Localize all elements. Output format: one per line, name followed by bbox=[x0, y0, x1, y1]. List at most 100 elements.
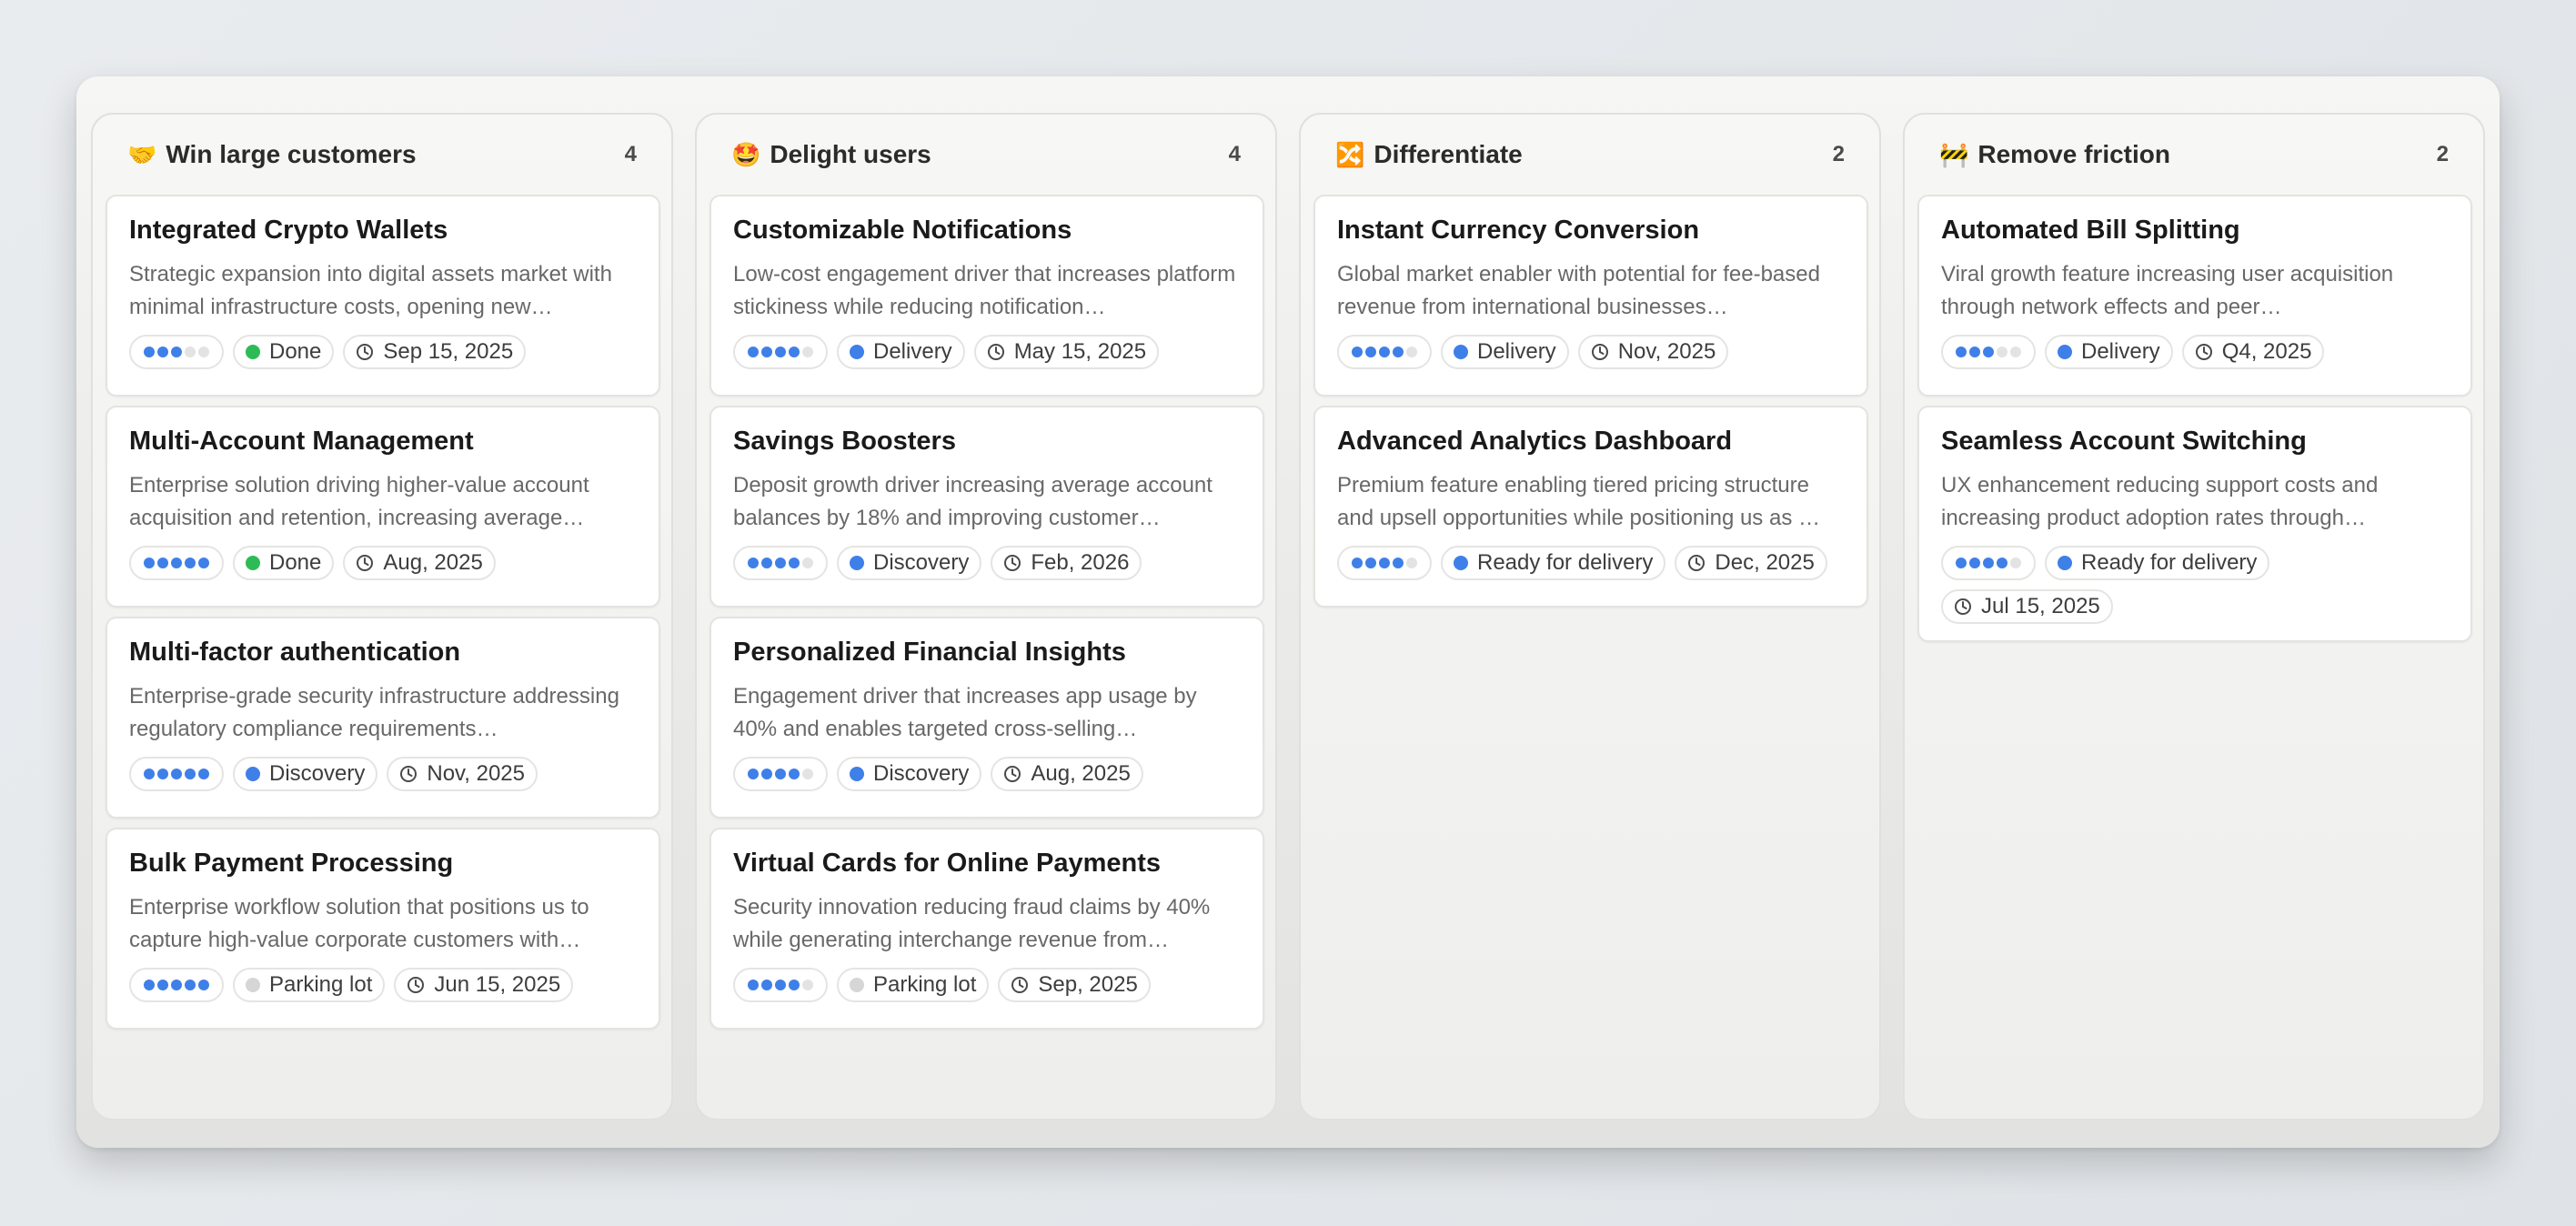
feature-card[interactable]: Bulk Payment Processing Enterprise workf… bbox=[106, 828, 660, 1030]
card-description: Enterprise solution driving higher-value… bbox=[129, 473, 589, 530]
clock-icon bbox=[1004, 766, 1021, 782]
priority-chip[interactable] bbox=[1941, 335, 2036, 369]
feature-card[interactable]: Virtual Cards for Online Payments Securi… bbox=[709, 828, 1264, 1030]
status-dot-icon bbox=[246, 767, 260, 781]
status-dot-icon bbox=[850, 345, 864, 359]
card-chips: Parking lot Sep, 2025 bbox=[733, 968, 1241, 1002]
column-3[interactable]: 🚧 Remove friction 2 Automated Bill Split… bbox=[1903, 113, 2485, 1120]
date-chip[interactable]: Aug, 2025 bbox=[343, 546, 496, 580]
card-title: Virtual Cards for Online Payments bbox=[733, 849, 1162, 878]
column-2[interactable]: 🔀 Differentiate 2 Instant Currency Conve… bbox=[1299, 113, 1881, 1120]
priority-chip[interactable] bbox=[1337, 335, 1432, 369]
clock-icon bbox=[408, 977, 425, 993]
priority-dot bbox=[802, 347, 813, 357]
priority-chip[interactable] bbox=[1941, 546, 2036, 580]
date-chip[interactable]: Sep, 2025 bbox=[998, 968, 1151, 1002]
status-chip[interactable]: Discovery bbox=[837, 757, 982, 791]
status-chip[interactable]: Delivery bbox=[837, 335, 965, 369]
feature-card[interactable]: Multi-Account Management Enterprise solu… bbox=[106, 406, 660, 608]
card-description: Security innovation reducing fraud claim… bbox=[733, 895, 1211, 952]
date-chip[interactable]: Sep 15, 2025 bbox=[343, 335, 527, 369]
feature-card[interactable]: Personalized Financial Insights Engageme… bbox=[709, 617, 1264, 819]
priority-dot bbox=[1393, 558, 1404, 568]
date-label: Aug, 2025 bbox=[1031, 761, 1131, 786]
clock-icon bbox=[987, 344, 1004, 360]
status-chip[interactable]: Ready for delivery bbox=[1441, 546, 1666, 580]
date-label: Jun 15, 2025 bbox=[434, 972, 561, 997]
priority-dot bbox=[1352, 347, 1363, 357]
card-chips: Delivery Nov, 2025 bbox=[1337, 335, 1845, 369]
date-chip[interactable]: Q4, 2025 bbox=[2181, 335, 2325, 369]
status-chip[interactable]: Parking lot bbox=[837, 968, 990, 1002]
card-title: Advanced Analytics Dashboard bbox=[1337, 427, 1733, 456]
card-description: Global market enabler with potential for… bbox=[1337, 262, 1820, 319]
column-emoji-icon: 🔀 bbox=[1335, 140, 1365, 168]
date-chip[interactable]: Nov, 2025 bbox=[387, 757, 538, 791]
date-label: Sep 15, 2025 bbox=[383, 339, 514, 364]
priority-dot bbox=[775, 980, 786, 990]
feature-card[interactable]: Customizable Notifications Low-cost enga… bbox=[709, 195, 1264, 397]
priority-chip[interactable] bbox=[1337, 546, 1432, 580]
date-chip[interactable]: Aug, 2025 bbox=[991, 757, 1143, 791]
feature-card[interactable]: Instant Currency Conversion Global marke… bbox=[1313, 195, 1868, 397]
date-label: Nov, 2025 bbox=[1617, 339, 1716, 364]
priority-chip[interactable] bbox=[733, 757, 828, 791]
status-chip[interactable]: Discovery bbox=[233, 757, 378, 791]
priority-chip[interactable] bbox=[129, 757, 224, 791]
priority-chip[interactable] bbox=[129, 968, 224, 1002]
priority-dot bbox=[198, 558, 209, 568]
status-chip[interactable]: Ready for delivery bbox=[2045, 546, 2270, 580]
column-title[interactable]: 🚧 Remove friction bbox=[1939, 140, 2170, 169]
date-chip[interactable]: Feb, 2026 bbox=[991, 546, 1142, 580]
card-title: Instant Currency Conversion bbox=[1337, 216, 1700, 245]
feature-card[interactable]: Multi-factor authentication Enterprise-g… bbox=[106, 617, 660, 819]
priority-dot bbox=[802, 769, 813, 779]
date-chip[interactable]: Nov, 2025 bbox=[1577, 335, 1729, 369]
column-title[interactable]: 🤩 Delight users bbox=[731, 140, 931, 169]
priority-dot bbox=[748, 558, 759, 568]
feature-card[interactable]: Automated Bill Splitting Viral growth fe… bbox=[1917, 195, 2472, 397]
status-chip[interactable]: Parking lot bbox=[233, 968, 386, 1002]
priority-chip[interactable] bbox=[129, 546, 224, 580]
status-chip[interactable]: Delivery bbox=[1441, 335, 1569, 369]
date-chip[interactable]: Jul 15, 2025 bbox=[1941, 589, 2113, 624]
card-title: Savings Boosters bbox=[733, 427, 956, 456]
feature-card[interactable]: Seamless Account Switching UX enhancemen… bbox=[1917, 406, 2472, 642]
priority-chip[interactable] bbox=[129, 335, 224, 369]
feature-card[interactable]: Savings Boosters Deposit growth driver i… bbox=[709, 406, 1264, 608]
status-label: Delivery bbox=[1477, 339, 1556, 364]
column-title[interactable]: 🔀 Differentiate bbox=[1335, 140, 1523, 169]
status-chip[interactable]: Done bbox=[233, 546, 335, 580]
card-title: Multi-Account Management bbox=[129, 427, 474, 456]
feature-card[interactable]: Advanced Analytics Dashboard Premium fea… bbox=[1313, 406, 1868, 608]
status-chip[interactable]: Delivery bbox=[2045, 335, 2173, 369]
card-list: Customizable Notifications Low-cost enga… bbox=[697, 195, 1275, 1030]
priority-dot bbox=[1983, 558, 1994, 568]
status-chip[interactable]: Done bbox=[233, 335, 335, 369]
priority-chip[interactable] bbox=[733, 968, 828, 1002]
priority-dot bbox=[144, 347, 155, 357]
card-title: Customizable Notifications bbox=[733, 216, 1072, 245]
column-title-label: Win large customers bbox=[166, 140, 417, 168]
date-chip[interactable]: Dec, 2025 bbox=[1675, 546, 1827, 580]
column-title[interactable]: 🤝 Win large customers bbox=[127, 140, 417, 169]
column-1[interactable]: 🤩 Delight users 4 Customizable Notificat… bbox=[695, 113, 1277, 1120]
feature-card[interactable]: Integrated Crypto Wallets Strategic expa… bbox=[106, 195, 660, 397]
clock-icon bbox=[1688, 555, 1706, 571]
priority-dot bbox=[171, 558, 182, 568]
column-0[interactable]: 🤝 Win large customers 4 Integrated Crypt… bbox=[91, 113, 673, 1120]
priority-dot bbox=[198, 769, 209, 779]
priority-chip[interactable] bbox=[733, 546, 828, 580]
card-chips: Ready for delivery Jul 15, 2025 bbox=[1941, 546, 2449, 624]
clock-icon bbox=[357, 555, 374, 571]
card-description: Enterprise-grade security infrastructure… bbox=[129, 684, 619, 741]
priority-dot bbox=[789, 558, 800, 568]
status-chip[interactable]: Discovery bbox=[837, 546, 982, 580]
card-description: Enterprise workflow solution that positi… bbox=[129, 895, 589, 952]
date-chip[interactable]: May 15, 2025 bbox=[973, 335, 1160, 369]
priority-dot bbox=[2010, 558, 2021, 568]
date-label: Nov, 2025 bbox=[427, 761, 525, 786]
priority-chip[interactable] bbox=[733, 335, 828, 369]
priority-dot bbox=[1365, 558, 1376, 568]
date-chip[interactable]: Jun 15, 2025 bbox=[394, 968, 574, 1002]
